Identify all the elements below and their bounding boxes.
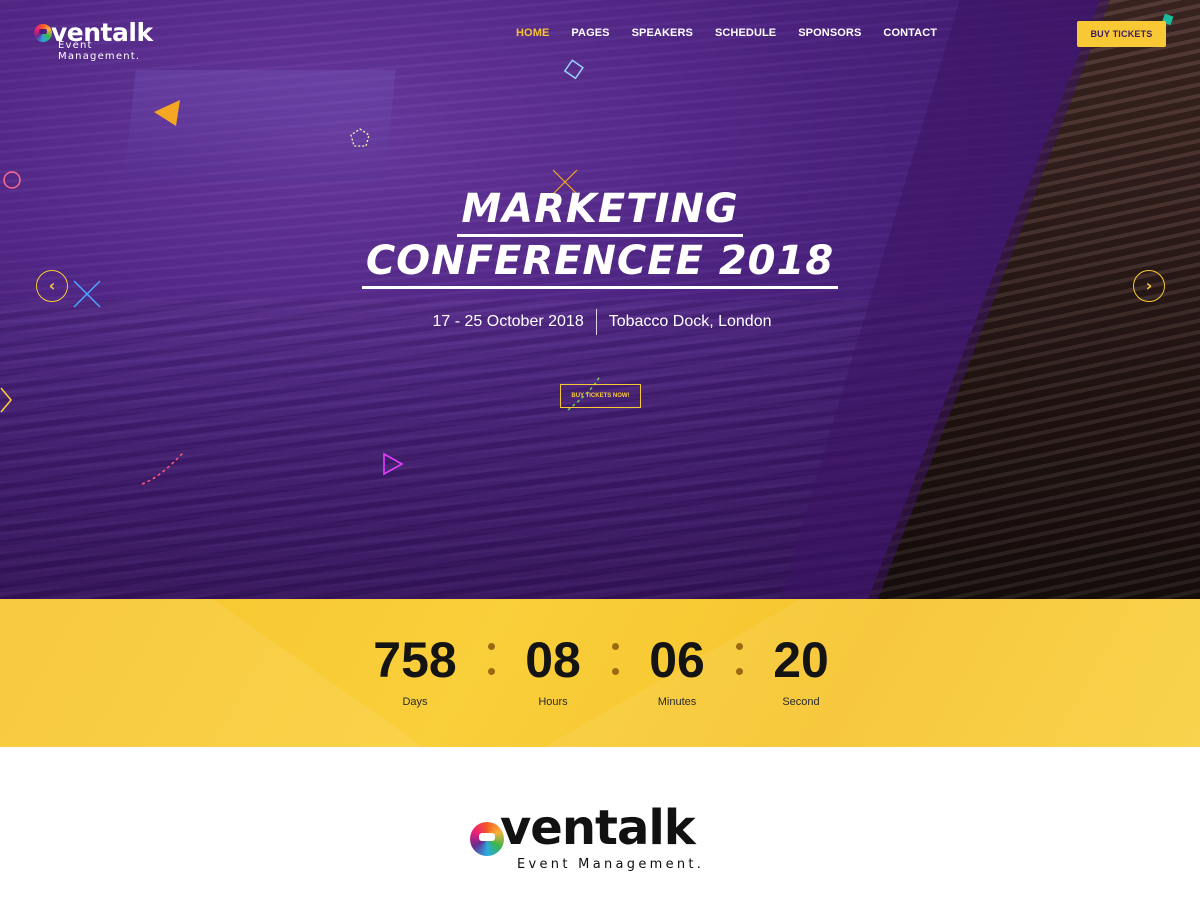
diamond-decoration-icon xyxy=(563,59,584,80)
hero-event-info: 17 - 25 October 2018 Tobacco Dock, Londo… xyxy=(0,309,1200,335)
hero-title-text: MARKETING xyxy=(457,186,743,237)
logo-icon xyxy=(34,24,52,42)
main-navigation: HOME PAGES SPEAKERS SCHEDULE SPONSORS CO… xyxy=(516,27,959,39)
info-divider xyxy=(595,309,597,335)
countdown-hours: 08 Hours xyxy=(493,632,613,708)
countdown-minutes: 06 Minutes xyxy=(617,632,737,708)
countdown-value: 06 xyxy=(649,632,705,688)
pentagon-decoration-icon xyxy=(350,128,370,147)
nav-item-home[interactable]: HOME xyxy=(516,27,549,39)
hero-title-line-2: CONFERENCEE 2018 xyxy=(0,238,1200,289)
dashed-line-decoration-icon xyxy=(141,451,185,485)
hero-section xyxy=(0,0,1200,599)
event-location: Tobacco Dock, London xyxy=(608,313,772,330)
countdown-label: Days xyxy=(402,696,428,708)
nav-item-speakers[interactable]: SPEAKERS xyxy=(632,27,693,39)
chevron-decoration-icon xyxy=(0,387,13,413)
nav-item-contact[interactable]: CONTACT xyxy=(883,27,937,39)
countdown-label: Minutes xyxy=(657,696,697,708)
play-triangle-decoration-icon xyxy=(383,452,404,476)
event-date: 17 - 25 October 2018 xyxy=(432,313,584,330)
logo-tagline: Event Management. xyxy=(58,40,141,62)
countdown-days: 758 Days xyxy=(355,632,475,708)
nav-item-sponsors[interactable]: SPONSORS xyxy=(798,27,861,39)
countdown-value: 20 xyxy=(773,632,829,688)
logo-tagline: Event Management. xyxy=(517,857,705,872)
countdown-value: 758 xyxy=(373,632,457,688)
countdown-label: Second xyxy=(782,696,820,708)
hero-title-text: CONFERENCEE 2018 xyxy=(361,238,839,289)
buy-tickets-now-button[interactable]: BUY TICKETS NOW! xyxy=(560,384,641,408)
triangle-decoration-icon xyxy=(154,100,180,126)
hero-title-line-1: MARKETING xyxy=(0,186,1200,237)
logo-icon xyxy=(470,822,504,856)
countdown-label: Hours xyxy=(538,696,568,708)
site-logo[interactable]: ventalk Event Management. xyxy=(34,18,164,62)
countdown-value: 08 xyxy=(525,632,581,688)
nav-item-pages[interactable]: PAGES xyxy=(571,27,609,39)
about-section-logo: ventalk Event Management. xyxy=(470,800,740,878)
logo-wordmark: ventalk xyxy=(500,800,696,856)
buy-tickets-button[interactable]: BUY TICKETS xyxy=(1077,21,1166,47)
countdown-seconds: 20 Second xyxy=(741,632,861,708)
nav-item-schedule[interactable]: SCHEDULE xyxy=(715,27,776,39)
